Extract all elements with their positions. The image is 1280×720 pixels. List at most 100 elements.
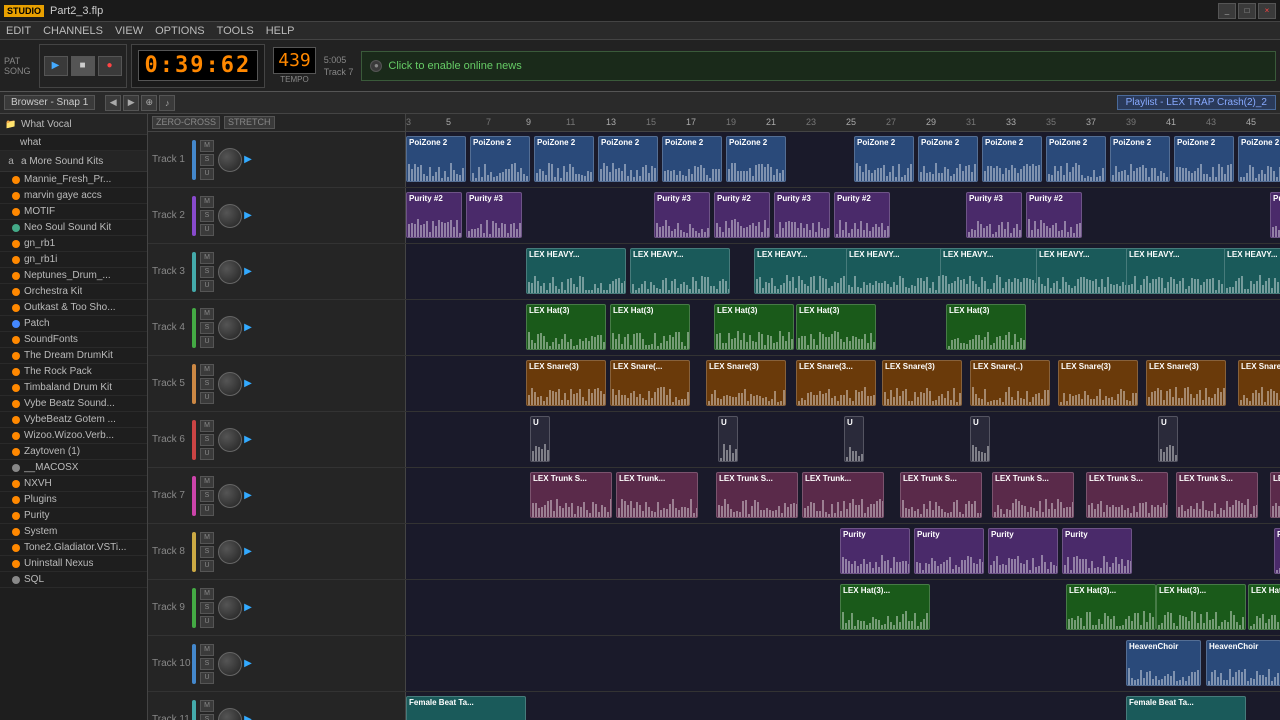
track-knob-2[interactable] [218,204,242,228]
clip-9-2[interactable]: LEX Hat(3)... [1156,584,1246,630]
track-content-7[interactable]: LEX Trunk S... LEX Trunk... LEX Trunk S...… [406,468,1280,523]
clip-5-8[interactable]: LEX Snare(3) [1238,360,1280,406]
sidebar-item-1[interactable]: marvin gaye accs [0,188,147,204]
clip-3-0[interactable]: LEX HEAVY... [526,248,626,294]
browser-snap-label[interactable]: Browser - Snap 1 [4,95,95,110]
sidebar-item-what[interactable]: what [0,135,147,151]
sidebar-item-11[interactable]: The Dream DrumKit [0,348,147,364]
track-knob-1[interactable] [218,148,242,172]
track-content-9[interactable]: LEX Hat(3)...LEX Hat(3)...LEX Hat(3)...L… [406,580,1280,635]
sidebar-item-19[interactable]: NXVH [0,476,147,492]
clip-1-8[interactable]: PoiZone 2 [982,136,1042,182]
track-btn-u-9[interactable]: U [200,616,214,628]
track-content-3[interactable]: LEX HEAVY...LEX HEAVY...LEX HEAVY...LEX … [406,244,1280,299]
track-knob-4[interactable] [218,316,242,340]
menu-edit[interactable]: EDIT [4,25,33,37]
clip-1-12[interactable]: PoiZone 2 [1238,136,1280,182]
sidebar-item-10[interactable]: SoundFonts [0,332,147,348]
clip-3-7[interactable]: LEX HEAVY... [1224,248,1280,294]
menu-help[interactable]: HELP [264,25,297,37]
clip-4-1[interactable]: LEX Hat(3) [610,304,690,350]
track-btn-u-2[interactable]: U [200,224,214,236]
track-content-8[interactable]: PurityPurityPurityPurityPurityPurityPuri… [406,524,1280,579]
clip-5-3[interactable]: LEX Snare(3... [796,360,876,406]
track-knob-6[interactable] [218,428,242,452]
track-btn-u-8[interactable]: U [200,560,214,572]
sidebar-item-4[interactable]: gn_rb1 [0,236,147,252]
clip-3-1[interactable]: LEX HEAVY... [630,248,730,294]
track-btn-s-8[interactable]: S [200,546,214,558]
clip-2-1[interactable]: Purity #3 [466,192,522,238]
clip-7-4[interactable]: LEX Trunk S... [900,472,982,518]
track-knob-3[interactable] [218,260,242,284]
stretch-btn[interactable]: STRETCH [224,116,275,129]
clip-2-6[interactable]: Purity #3 [966,192,1022,238]
track-knob-7[interactable] [218,484,242,508]
clip-2-2[interactable]: Purity #3 [654,192,710,238]
track-knob-5[interactable] [218,372,242,396]
zero-cross-btn[interactable]: ZERO-CROSS [152,116,220,129]
clip-6-1[interactable]: U [718,416,738,462]
clip-1-1[interactable]: PoiZone 2 [470,136,530,182]
track-btn-s-3[interactable]: S [200,266,214,278]
sidebar-item-14[interactable]: Vybe Beatz Sound... [0,396,147,412]
clip-1-7[interactable]: PoiZone 2 [918,136,978,182]
sidebar-item-21[interactable]: Purity [0,508,147,524]
clip-4-3[interactable]: LEX Hat(3) [796,304,876,350]
track-content-1[interactable]: PoiZone 2PoiZone 2PoiZone 2PoiZone 2PoiZ… [406,132,1280,187]
close-button[interactable]: × [1258,3,1276,19]
track-content-11[interactable]: Female Beat Ta...Female Beat Ta... [406,692,1280,720]
sidebar-item-9[interactable]: Patch [0,316,147,332]
clip-1-3[interactable]: PoiZone 2 [598,136,658,182]
clip-5-1[interactable]: LEX Snare(... [610,360,690,406]
clip-3-4[interactable]: LEX HEAVY... [940,248,1040,294]
clip-3-2[interactable]: LEX HEAVY... [754,248,854,294]
sidebar-item-24[interactable]: Uninstall Nexus [0,556,147,572]
clip-5-6[interactable]: LEX Snare(3) [1058,360,1138,406]
clip-1-11[interactable]: PoiZone 2 [1174,136,1234,182]
track-btn-s-4[interactable]: S [200,322,214,334]
track-btn-m-7[interactable]: M [200,476,214,488]
sidebar-item-17[interactable]: Zaytoven (1) [0,444,147,460]
clip-1-5[interactable]: PoiZone 2 [726,136,786,182]
track-knob-10[interactable] [218,652,242,676]
browser-btn-4[interactable]: ♪ [159,95,175,111]
track-content-10[interactable]: HeavenChoirHeavenChoirHeavenCho...Heaven… [406,636,1280,691]
track-btn-m-10[interactable]: M [200,644,214,656]
clip-3-5[interactable]: LEX HEAVY... [1036,248,1136,294]
track-btn-u-10[interactable]: U [200,672,214,684]
clip-7-1[interactable]: LEX Trunk... [616,472,698,518]
clip-2-5[interactable]: Purity #2 [834,192,890,238]
clip-7-8[interactable]: LEX Trunk S... [1270,472,1280,518]
clip-2-7[interactable]: Purity #2 [1026,192,1082,238]
sidebar-item-22[interactable]: System [0,524,147,540]
track-btn-s-5[interactable]: S [200,378,214,390]
clip-9-0[interactable]: LEX Hat(3)... [840,584,930,630]
clip-1-10[interactable]: PoiZone 2 [1110,136,1170,182]
maximize-button[interactable]: □ [1238,3,1256,19]
clip-2-3[interactable]: Purity #2 [714,192,770,238]
clip-5-0[interactable]: LEX Snare(3) [526,360,606,406]
track-btn-s-7[interactable]: S [200,490,214,502]
sidebar-item-25[interactable]: SQL [0,572,147,588]
clip-10-1[interactable]: HeavenChoir [1206,640,1280,686]
track-btn-m-8[interactable]: M [200,532,214,544]
browser-btn-1[interactable]: ◀ [105,95,121,111]
sidebar-item-15[interactable]: VybeBeatz Gotem ... [0,412,147,428]
clip-1-0[interactable]: PoiZone 2 [406,136,466,182]
clip-5-2[interactable]: LEX Snare(3) [706,360,786,406]
clip-4-2[interactable]: LEX Hat(3) [714,304,794,350]
clip-8-0[interactable]: Purity [840,528,910,574]
sidebar-item-18[interactable]: __MACOSX [0,460,147,476]
track-btn-u-6[interactable]: U [200,448,214,460]
clip-8-4[interactable]: Purity [1274,528,1280,574]
track-btn-s-1[interactable]: S [200,154,214,166]
track-btn-m-5[interactable]: M [200,364,214,376]
sidebar-section-more-sound-kits[interactable]: a a More Sound Kits [0,151,147,172]
sidebar-item-8[interactable]: Outkast & Too Sho... [0,300,147,316]
clip-5-7[interactable]: LEX Snare(3) [1146,360,1226,406]
track-btn-s-2[interactable]: S [200,210,214,222]
sidebar-item-0[interactable]: Mannie_Fresh_Pr... [0,172,147,188]
clip-6-2[interactable]: U [844,416,864,462]
track-btn-u-5[interactable]: U [200,392,214,404]
